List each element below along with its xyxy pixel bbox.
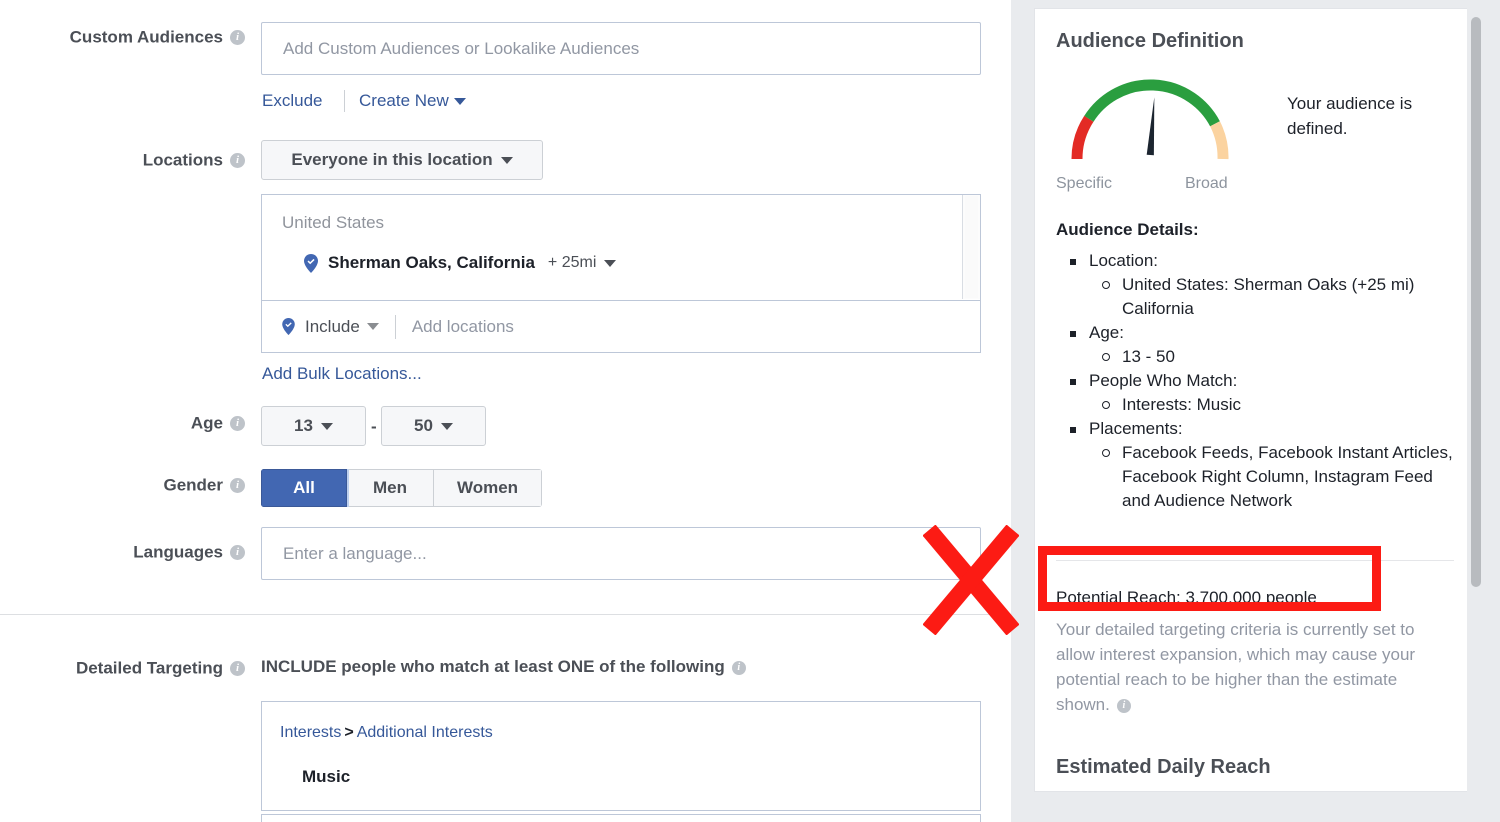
potential-reach-text: Potential Reach: 3,700,000 people <box>1056 588 1317 607</box>
info-icon[interactable]: i <box>230 661 245 677</box>
detailed-targeting-include-box[interactable]: Interests > Additional Interests Music <box>261 701 981 811</box>
location-entry-radius: + 25mi <box>547 254 597 271</box>
info-icon[interactable]: i <box>230 153 245 169</box>
gauge-label-specific: Specific <box>1056 175 1113 192</box>
locations-scrollbar[interactable] <box>962 195 980 299</box>
link-separator <box>344 90 345 112</box>
location-pin-icon <box>304 253 318 273</box>
gender-option-women[interactable]: Women <box>433 469 542 507</box>
detail-group-value: 13 - 50 <box>1056 345 1456 369</box>
detailed-targeting-label: Detailed Targeting i <box>0 658 245 679</box>
custom-audiences-label: Custom Audiences i <box>0 27 245 48</box>
detailed-targeting-exclude-box[interactable] <box>261 814 981 822</box>
location-pin-icon <box>282 318 295 335</box>
estimated-daily-reach-title: Estimated Daily Reach <box>1056 756 1271 778</box>
breadcrumb-root[interactable]: Interests <box>280 724 341 741</box>
breadcrumb: Interests > Additional Interests <box>280 724 493 742</box>
detail-group-value: Facebook Feeds, Facebook Instant Article… <box>1056 441 1456 513</box>
locations-list: United States Sherman Oaks, California +… <box>261 194 981 300</box>
gender-option-all[interactable]: All <box>261 469 347 507</box>
breadcrumb-separator: > <box>344 724 354 741</box>
detail-group-label: Location: <box>1056 249 1456 273</box>
gender-toggle-group: All Men Women <box>261 469 542 507</box>
chevron-down-icon[interactable] <box>604 259 617 267</box>
detailed-targeting-interest-item[interactable]: Music <box>302 767 350 787</box>
info-icon[interactable]: i <box>1116 698 1131 713</box>
create-new-link[interactable]: Create New <box>359 91 466 111</box>
audience-definition-card: Audience Definition Specific Broad Your … <box>1034 8 1481 792</box>
age-range-separator: - <box>371 417 377 436</box>
detail-group-label: Age: <box>1056 321 1456 345</box>
detail-group-label: People Who Match: <box>1056 369 1456 393</box>
exclude-link[interactable]: Exclude <box>262 91 322 111</box>
age-min-select[interactable]: 13 <box>261 406 366 446</box>
languages-label: Languages i <box>0 542 245 563</box>
screenshot-root: Custom Audiences i Add Custom Audiences o… <box>0 0 1500 822</box>
age-max-select[interactable]: 50 <box>381 406 486 446</box>
custom-audiences-input[interactable]: Add Custom Audiences or Lookalike Audien… <box>261 22 981 75</box>
info-icon[interactable]: i <box>230 545 245 561</box>
locations-add-bar[interactable]: Include Add locations <box>261 300 981 353</box>
info-icon[interactable]: i <box>731 660 746 675</box>
detailed-targeting-include-note: INCLUDE people who match at least ONE of… <box>261 657 746 677</box>
gender-label: Gender i <box>0 475 245 496</box>
location-entry: Sherman Oaks, California + 25mi <box>304 253 617 273</box>
location-entry-name: Sherman Oaks, California <box>328 253 535 272</box>
ad-set-targeting-form: Custom Audiences i Add Custom Audiences o… <box>0 0 1011 822</box>
gender-option-men[interactable]: Men <box>346 469 434 507</box>
gauge-svg <box>1071 79 1229 160</box>
audience-definition-title: Audience Definition <box>1056 30 1244 52</box>
chevron-down-icon <box>440 422 453 430</box>
location-include-select[interactable]: Include <box>282 317 379 337</box>
locations-label: Locations i <box>0 150 245 171</box>
audience-details-title: Audience Details: <box>1056 220 1199 239</box>
audience-details-list: Location: United States: Sherman Oaks (+… <box>1056 249 1456 513</box>
reach-divider <box>1056 560 1454 561</box>
chevron-down-icon <box>366 323 379 330</box>
chevron-down-icon <box>320 422 333 430</box>
chevron-down-icon <box>453 98 466 106</box>
chevron-down-icon <box>500 156 513 164</box>
add-locations-placeholder: Add locations <box>411 316 514 336</box>
audience-definition-panel: Audience Definition Specific Broad Your … <box>1011 0 1500 822</box>
breadcrumb-leaf[interactable]: Additional Interests <box>357 724 493 741</box>
info-icon[interactable]: i <box>230 30 245 46</box>
panel-scrollbar[interactable] <box>1471 17 1481 587</box>
addbar-divider <box>394 314 396 339</box>
gauge-label-broad: Broad <box>1185 175 1228 192</box>
detail-group-label: Placements: <box>1056 417 1456 441</box>
locations-country-header: United States <box>282 213 385 232</box>
custom-audiences-placeholder: Add Custom Audiences or Lookalike Audien… <box>283 38 640 58</box>
detail-group-value: Interests: Music <box>1056 393 1456 417</box>
location-mode-select[interactable]: Everyone in this location <box>261 140 543 180</box>
info-icon[interactable]: i <box>230 416 245 432</box>
reach-note-text: Your detailed targeting criteria is curr… <box>1056 620 1416 714</box>
detail-group-value: United States: Sherman Oaks (+25 mi) Cal… <box>1056 273 1456 321</box>
section-divider <box>0 614 1011 615</box>
languages-input[interactable]: Enter a language... <box>261 527 981 580</box>
age-label: Age i <box>0 413 245 434</box>
info-icon[interactable]: i <box>230 478 245 494</box>
audience-gauge <box>1065 71 1235 166</box>
locations-scrollbar-thumb[interactable] <box>965 196 978 298</box>
audience-status-text: Your audience is defined. <box>1287 94 1413 138</box>
languages-placeholder: Enter a language... <box>283 543 427 563</box>
add-bulk-locations-link[interactable]: Add Bulk Locations... <box>262 364 422 384</box>
